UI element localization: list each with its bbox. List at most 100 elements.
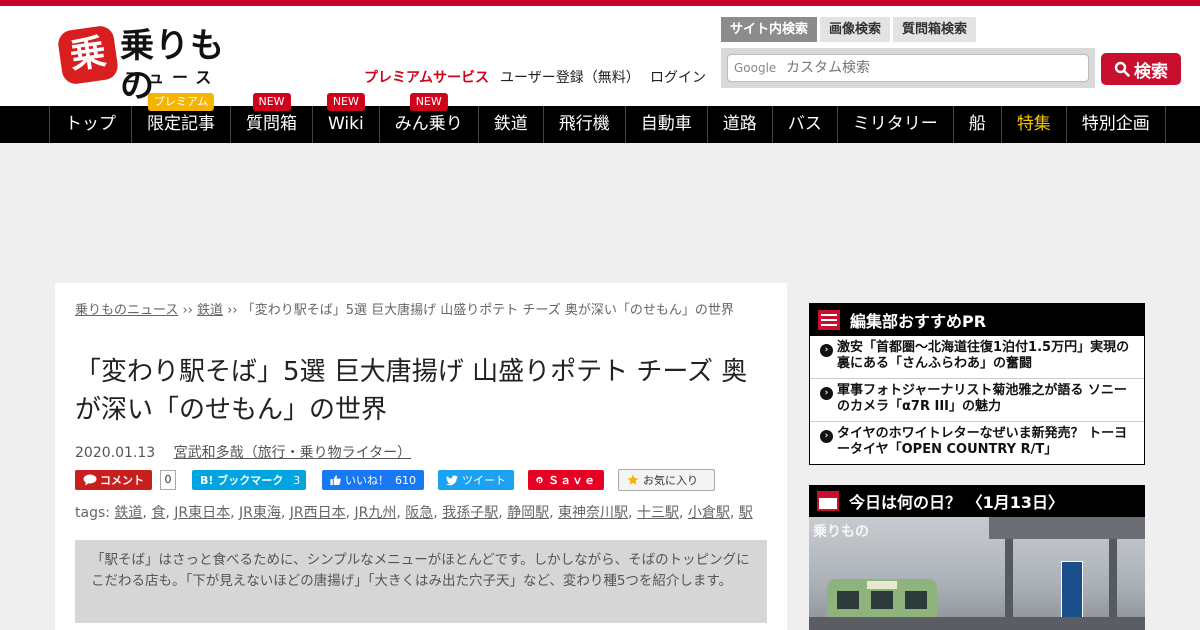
- today-photo[interactable]: 乗りもの: [809, 517, 1145, 630]
- tag-link[interactable]: JR東海: [239, 505, 281, 521]
- tag-link[interactable]: 静岡駅: [507, 505, 549, 521]
- nav-item-questions[interactable]: NEW 質問箱: [230, 93, 312, 143]
- pr-item[interactable]: › 軍事フォトジャーナリスト菊池雅之が語る ソニーのカメラ「α7R III」の魅力: [810, 379, 1144, 422]
- nav-item-military[interactable]: ミリタリー: [836, 106, 953, 143]
- platform-pillar: [1109, 539, 1117, 619]
- tag-link[interactable]: 小倉駅: [688, 505, 730, 521]
- hatena-label: B! ブックマーク: [200, 474, 284, 487]
- favorite-button[interactable]: お気に入り: [618, 469, 715, 491]
- tag-link[interactable]: 十三駅: [637, 505, 679, 521]
- hatena-count: 3: [293, 473, 301, 487]
- breadcrumb-home[interactable]: 乗りものニュース: [75, 303, 178, 318]
- tag-link[interactable]: 食: [151, 505, 165, 521]
- article-lead: 「駅そば」はさっと食べるために、シンプルなメニューがほとんどです。しかしながら、…: [75, 540, 767, 623]
- editor-picks-pr: 編集部おすすめPR › 激安「首都圏～北海道往復1泊付1.5万円」実現の裏にある「…: [809, 303, 1145, 465]
- chevron-right-icon: ›: [820, 387, 833, 400]
- article-meta: 2020.01.13 宮武和多哉（旅行・乗り物ライター）: [75, 442, 411, 462]
- tag-link[interactable]: 我孫子駅: [442, 505, 498, 521]
- nav-item-label: 道路: [722, 114, 757, 134]
- nav-item-label: バス: [787, 114, 822, 134]
- nav-item-ship[interactable]: 船: [952, 106, 1001, 143]
- tag-link[interactable]: JR西日本: [290, 505, 346, 521]
- tag-link[interactable]: 東神奈川駅: [558, 505, 628, 521]
- pinterest-save-button[interactable]: p Ｓａｖｅ: [528, 470, 604, 490]
- register-link[interactable]: ユーザー登録（無料）: [500, 67, 640, 87]
- nav-item-label: ミリタリー: [852, 114, 938, 134]
- nav-item-label: 特別企画: [1081, 114, 1150, 134]
- search-button-label: 検索: [1134, 61, 1168, 82]
- facebook-like-button[interactable]: いいね！ 610: [322, 470, 424, 490]
- nav-item-label: 自動車: [640, 114, 692, 134]
- nav-item-label: Wiki: [328, 114, 364, 134]
- premium-service-link[interactable]: プレミアムサービス: [364, 67, 489, 87]
- tag-link[interactable]: 阪急: [405, 505, 433, 521]
- tag-link[interactable]: 鉄道: [114, 505, 142, 521]
- nav-item-minnori[interactable]: NEW みん乗り: [378, 93, 478, 143]
- train-window: [837, 591, 859, 609]
- article-title: 「変わり駅そば」5選 巨大唐揚げ 山盛りポテト チーズ 奥が深い「のせもん」の世…: [75, 357, 748, 425]
- train-destination-board: [867, 581, 897, 589]
- premium-badge: プレミアム: [147, 93, 215, 111]
- editor-picks-title: 編集部おすすめPR: [850, 312, 987, 331]
- nav-item-label: 鉄道: [493, 114, 528, 134]
- nav-item-road[interactable]: 道路: [706, 106, 772, 143]
- nav-item-top[interactable]: トップ: [49, 106, 131, 143]
- article-author[interactable]: 宮武和多哉（旅行・乗り物ライター）: [174, 445, 411, 461]
- breadcrumb-category[interactable]: 鉄道: [197, 303, 223, 318]
- search-field-wrapper: Google: [727, 54, 1089, 82]
- hatena-bookmark-button[interactable]: B! ブックマーク 3: [192, 470, 306, 490]
- comment-button[interactable]: コメント: [75, 470, 152, 490]
- search-button[interactable]: 検索: [1101, 53, 1181, 85]
- station-sign: [1061, 561, 1083, 619]
- twitter-bird-icon: [446, 475, 458, 485]
- favorite-label: お気に入り: [643, 474, 698, 487]
- search-icon: [1114, 61, 1130, 77]
- pr-item[interactable]: › タイヤのホワイトレターなぜいま新発売？ トーヨータイヤ「OPEN COUNTR…: [810, 422, 1144, 465]
- site-header: 乗 乗りもの ニュース プレミアムサービス ユーザー登録（無料） ログイン サイ…: [0, 6, 1200, 106]
- comment-count: 0: [160, 470, 176, 490]
- nav-item-car[interactable]: 自動車: [624, 106, 707, 143]
- tab-question-search[interactable]: 質問箱検索: [893, 17, 977, 42]
- thumbs-up-icon: [330, 475, 341, 486]
- search-tabs: サイト内検索 画像検索 質問箱検索: [721, 17, 977, 42]
- star-icon: [627, 474, 639, 485]
- new-badge: NEW: [409, 93, 448, 111]
- login-link[interactable]: ログイン: [650, 67, 706, 87]
- chevron-right-icon: ›: [820, 344, 833, 357]
- tab-site-search[interactable]: サイト内検索: [721, 17, 818, 42]
- logo-mark: 乗: [56, 24, 120, 86]
- pinterest-save-label: Ｓａｖｅ: [548, 474, 596, 487]
- new-badge: NEW: [326, 93, 365, 111]
- pinterest-icon: p: [536, 476, 543, 484]
- pr-item[interactable]: › 激安「首都圏～北海道往復1泊付1.5万円」実現の裏にある「さんふらわあ」の奮闘: [810, 336, 1144, 379]
- train-window: [871, 591, 893, 609]
- comment-label: コメント: [100, 474, 144, 487]
- nav-item-bus[interactable]: バス: [771, 106, 837, 143]
- nav-item-aircraft[interactable]: 飛行機: [542, 106, 625, 143]
- article-panel: 乗りものニュース ›› 鉄道 ›› 「変わり駅そば」5選 巨大唐揚げ 山盛りポテ…: [55, 283, 787, 630]
- nav-item-railway[interactable]: 鉄道: [477, 106, 543, 143]
- chevron-right-icon: ›: [820, 430, 833, 443]
- nav-item-features[interactable]: 特集: [1000, 106, 1066, 143]
- editor-picks-header: 編集部おすすめPR: [810, 304, 1144, 336]
- tag-link[interactable]: JR東日本: [174, 505, 230, 521]
- nav-item-label: トップ: [65, 114, 116, 134]
- search-input[interactable]: [786, 57, 1086, 79]
- logo-text-bottom: ニュース: [124, 68, 220, 87]
- site-logo[interactable]: 乗 乗りもの ニュース: [56, 24, 230, 106]
- main-nav: トップ プレミアム 限定記事 NEW 質問箱 NEW Wiki NEW みん乗り 鉄道 …: [0, 93, 1200, 143]
- svg-text:p: p: [538, 478, 542, 484]
- nav-item-premium-articles[interactable]: プレミアム 限定記事: [131, 93, 230, 143]
- photo-watermark-logo: 乗りもの: [813, 524, 869, 540]
- pr-item-text: タイヤのホワイトレターなぜいま新発売？ トーヨータイヤ「OPEN COUNTRY…: [837, 426, 1128, 457]
- tweet-button[interactable]: ツイート: [438, 470, 514, 490]
- tag-link[interactable]: JR九州: [355, 505, 397, 521]
- nav-item-special[interactable]: 特別企画: [1065, 106, 1166, 143]
- list-icon: [818, 310, 840, 330]
- tab-image-search[interactable]: 画像検索: [820, 17, 891, 42]
- breadcrumb-separator: ››: [223, 303, 242, 318]
- pr-item-text: 軍事フォトジャーナリスト菊池雅之が語る ソニーのカメラ「α7R III」の魅力: [837, 383, 1127, 414]
- nav-item-wiki[interactable]: NEW Wiki: [312, 93, 379, 143]
- social-buttons: コメント 0 B! ブックマーク 3 いいね！ 610 ツイート p Ｓａｖｅ …: [75, 469, 715, 491]
- tag-link[interactable]: 駅: [739, 505, 753, 521]
